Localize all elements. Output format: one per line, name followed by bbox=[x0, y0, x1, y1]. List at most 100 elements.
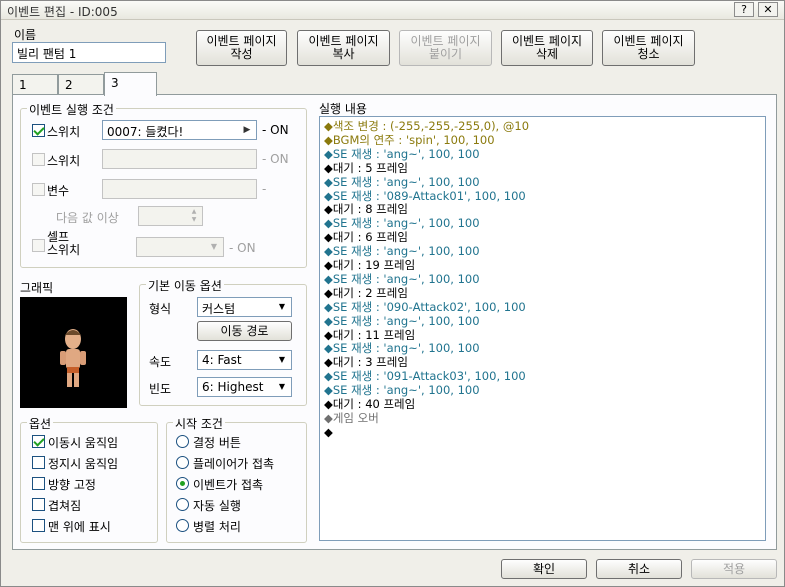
command-line[interactable]: ◆BGM의 연주 : 'spin', 100, 100 bbox=[324, 133, 495, 147]
threshold-spinner[interactable]: ▲ ▼ bbox=[138, 206, 203, 226]
command-line[interactable]: ◆대기 : 2 프레임 bbox=[324, 286, 408, 300]
command-line[interactable]: ◆SE 재생 : 'ang~', 100, 100 bbox=[324, 272, 480, 286]
conditions-title: 이벤트 실행 조건 bbox=[27, 101, 116, 118]
move-freq-value: 6: Highest bbox=[202, 380, 264, 394]
tab-page-1[interactable]: 1 bbox=[12, 74, 58, 94]
command-line[interactable]: ◆대기 : 6 프레임 bbox=[324, 230, 408, 244]
move-speed-select[interactable]: 4: Fast ▼ bbox=[197, 350, 292, 370]
switch2-select[interactable] bbox=[102, 149, 257, 169]
chevron-down-icon: ▼ bbox=[210, 242, 218, 251]
move-type-label: 형식 bbox=[149, 302, 172, 316]
switch1-value: 0007: 들켰다! bbox=[107, 125, 184, 139]
title-bar: 이벤트 편집 - ID:005 ? ✕ bbox=[1, 1, 784, 20]
copy-page-button[interactable]: 이벤트 페이지 복사 bbox=[297, 30, 390, 66]
command-line[interactable]: ◆SE 재생 : 'ang~', 100, 100 bbox=[324, 314, 480, 328]
chevron-down-icon: ▼ bbox=[278, 382, 286, 391]
tab-page-3[interactable]: 3 bbox=[104, 72, 157, 96]
trigger-label: 결정 버튼 bbox=[193, 436, 241, 450]
command-line[interactable]: ◆SE 재생 : 'ang~', 100, 100 bbox=[324, 147, 480, 161]
command-line[interactable]: ◆SE 재생 : 'ang~', 100, 100 bbox=[324, 341, 480, 355]
command-line[interactable]: ◆SE 재생 : 'ang~', 100, 100 bbox=[324, 216, 480, 230]
move-speed-label: 속도 bbox=[149, 355, 172, 369]
close-button[interactable]: ✕ bbox=[758, 2, 778, 17]
self-switch-checkbox[interactable] bbox=[32, 239, 45, 252]
variable-checkbox[interactable] bbox=[32, 183, 45, 196]
move-freq-label: 빈도 bbox=[149, 382, 172, 396]
command-line[interactable]: ◆대기 : 5 프레임 bbox=[324, 161, 408, 175]
command-list[interactable]: ◆색조 변경 : (-255,-255,-255,0), @10 ◆BGM의 연주… bbox=[319, 116, 766, 541]
character-sprite-icon bbox=[60, 329, 86, 387]
command-line[interactable]: ◆SE 재생 : '091-Attack03', 100, 100 bbox=[324, 369, 526, 383]
command-line[interactable]: ◆대기 : 11 프레임 bbox=[324, 328, 415, 342]
graphic-preview[interactable] bbox=[20, 297, 127, 408]
name-label: 이름 bbox=[14, 28, 37, 42]
command-line[interactable]: ◆대기 : 3 프레임 bbox=[324, 355, 408, 369]
chevron-down-icon: ▼ bbox=[278, 355, 286, 364]
name-field[interactable]: 빌리 팬텀 1 bbox=[12, 42, 166, 63]
command-line[interactable]: ◆SE 재생 : 'ang~', 100, 100 bbox=[324, 244, 480, 258]
command-line[interactable]: ◆대기 : 19 프레임 bbox=[324, 258, 415, 272]
option-label: 정지시 움직임 bbox=[48, 457, 119, 471]
trigger-label: 자동 실행 bbox=[193, 499, 241, 513]
help-button[interactable]: ? bbox=[734, 2, 754, 17]
option-walk-anim-checkbox[interactable] bbox=[32, 435, 45, 448]
trigger-action-radio[interactable] bbox=[176, 435, 189, 448]
tab-page-2[interactable]: 2 bbox=[58, 74, 104, 94]
create-page-button[interactable]: 이벤트 페이지 작성 bbox=[196, 30, 287, 66]
option-step-anim-checkbox[interactable] bbox=[32, 456, 45, 469]
command-line[interactable]: ◆SE 재생 : 'ang~', 100, 100 bbox=[324, 175, 480, 189]
ok-button[interactable]: 확인 bbox=[501, 559, 587, 579]
switch2-checkbox[interactable] bbox=[32, 153, 45, 166]
option-always-on-top-checkbox[interactable] bbox=[32, 519, 45, 532]
paste-page-button[interactable]: 이벤트 페이지 붙이기 bbox=[399, 30, 492, 66]
chevron-right-icon: ▶ bbox=[243, 125, 251, 135]
option-label: 겹쳐짐 bbox=[48, 499, 82, 513]
trigger-label: 병렬 처리 bbox=[193, 520, 241, 534]
chevron-down-icon: ▼ bbox=[278, 302, 286, 311]
self-switch-select[interactable]: ▼ bbox=[136, 237, 224, 257]
switch2-label: 스위치 bbox=[47, 154, 81, 168]
option-label: 맨 위에 표시 bbox=[48, 520, 111, 534]
variable-select[interactable] bbox=[102, 179, 257, 199]
command-line[interactable]: ◆대기 : 40 프레임 bbox=[324, 397, 415, 411]
clear-page-button[interactable]: 이벤트 페이지 청소 bbox=[602, 30, 695, 66]
trigger-event-touch-radio[interactable] bbox=[176, 477, 189, 490]
commands-title: 실행 내용 bbox=[319, 102, 367, 116]
command-line[interactable]: ◆게임 오버 bbox=[324, 411, 379, 425]
delete-page-button[interactable]: 이벤트 페이지 삭제 bbox=[501, 30, 593, 66]
switch1-checkbox[interactable] bbox=[32, 124, 45, 137]
command-line[interactable]: ◆SE 재생 : '090-Attack02', 100, 100 bbox=[324, 300, 526, 314]
switch1-select[interactable]: 0007: 들켰다! ▶ bbox=[102, 120, 257, 140]
command-line[interactable]: ◆대기 : 8 프레임 bbox=[324, 202, 408, 216]
trigger-label: 플레이어가 접촉 bbox=[193, 457, 275, 471]
apply-button[interactable]: 적용 bbox=[691, 559, 777, 579]
move-freq-select[interactable]: 6: Highest ▼ bbox=[197, 377, 292, 397]
move-speed-value: 4: Fast bbox=[202, 353, 242, 367]
cancel-button[interactable]: 취소 bbox=[596, 559, 682, 579]
trigger-parallel-radio[interactable] bbox=[176, 519, 189, 532]
variable-label: 변수 bbox=[47, 184, 70, 198]
spinner-arrows-icon[interactable]: ▲ ▼ bbox=[187, 208, 201, 224]
command-line[interactable]: ◆SE 재생 : '089-Attack01', 100, 100 bbox=[324, 189, 526, 203]
threshold-label: 다음 값 이상 bbox=[56, 211, 119, 225]
trigger-title: 시작 조건 bbox=[173, 415, 225, 432]
self-switch-suffix: - ON bbox=[229, 241, 256, 255]
command-line[interactable]: ◆SE 재생 : 'ang~', 100, 100 bbox=[324, 383, 480, 397]
command-line[interactable]: ◆ bbox=[324, 425, 333, 439]
move-type-select[interactable]: 커스텀 ▼ bbox=[197, 297, 292, 317]
command-line[interactable]: ◆색조 변경 : (-255,-255,-255,0), @10 bbox=[324, 119, 529, 133]
switch1-label: 스위치 bbox=[47, 125, 81, 139]
option-direction-fix-checkbox[interactable] bbox=[32, 477, 45, 490]
switch1-suffix: - ON bbox=[262, 123, 289, 137]
trigger-player-touch-radio[interactable] bbox=[176, 456, 189, 469]
trigger-label: 이벤트가 접촉 bbox=[193, 478, 264, 492]
trigger-autorun-radio[interactable] bbox=[176, 498, 189, 511]
switch2-suffix: - ON bbox=[262, 152, 289, 166]
self-switch-label: 셀프 스위치 bbox=[47, 230, 81, 257]
option-through-checkbox[interactable] bbox=[32, 498, 45, 511]
move-type-value: 커스텀 bbox=[202, 302, 236, 316]
graphic-label: 그래픽 bbox=[20, 281, 54, 295]
event-editor-window: 이벤트 편집 - ID:005 ? ✕ 이름 빌리 팬텀 1 이벤트 페이지 작… bbox=[0, 0, 785, 587]
move-route-button[interactable]: 이동 경로 bbox=[197, 321, 292, 341]
window-title: 이벤트 편집 - ID:005 bbox=[7, 5, 118, 19]
